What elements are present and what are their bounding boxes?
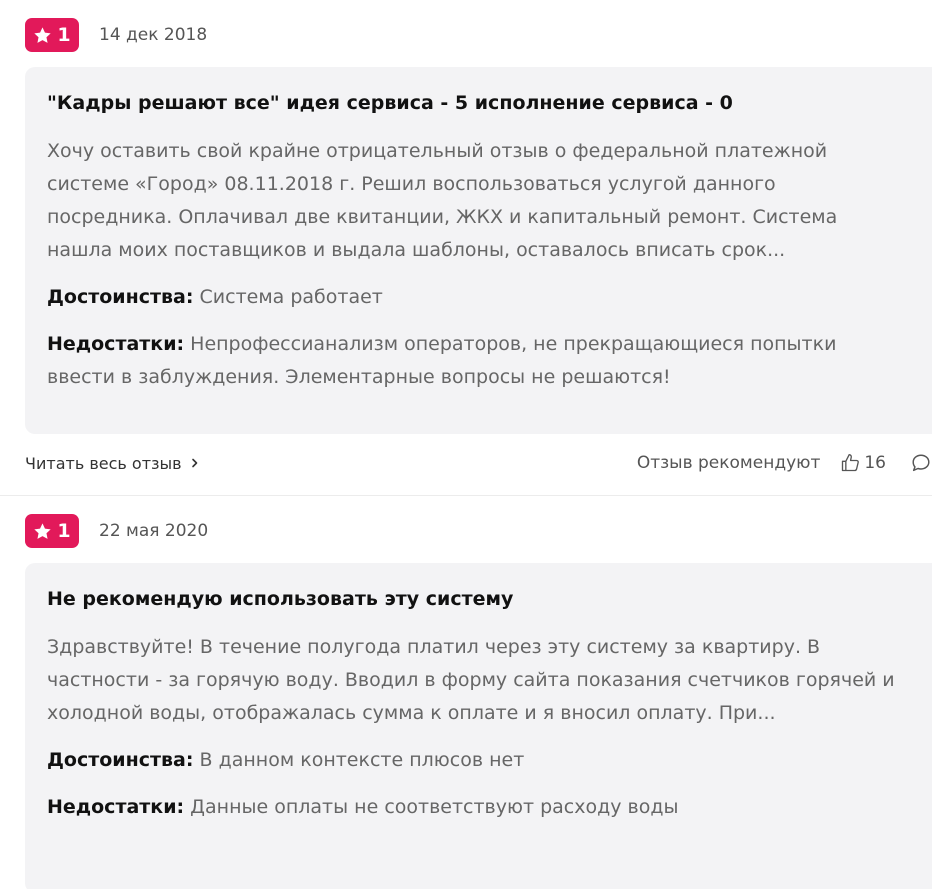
cons-label: Недостатки: (47, 333, 185, 355)
review-card[interactable]: Не рекомендую использовать эту систему З… (25, 563, 932, 889)
review-date: 22 мая 2020 (99, 521, 209, 541)
chevron-right-icon (191, 458, 197, 468)
rating-badge: 1 (25, 514, 79, 548)
review-divider (0, 495, 932, 496)
star-icon (34, 26, 52, 43)
review-body: Здравствуйте! В течение полугода платил … (47, 636, 895, 724)
review-card[interactable]: "Кадры решают все" идея сервиса - 5 испо… (25, 67, 932, 434)
comment-icon (912, 454, 930, 472)
pros-text: Система работает (199, 286, 383, 308)
rating-value: 1 (57, 24, 71, 46)
star-icon (34, 522, 52, 539)
like-count: 16 (864, 453, 886, 473)
review-title[interactable]: "Кадры решают все" идея сервиса - 5 испо… (47, 89, 910, 117)
thumbs-up-icon (842, 454, 860, 472)
read-more-link[interactable]: Читать весь отзыв (25, 454, 200, 473)
review-title[interactable]: Не рекомендую использовать эту систему (47, 585, 910, 613)
pros-text: В данном контексте плюсов нет (199, 749, 525, 771)
recommend-label: Отзыв рекомендуют (636, 453, 821, 473)
review-pros: Достоинства: В данном контексте плюсов н… (47, 744, 897, 777)
review-footer: Читать весь отзыв Отзыв рекомендуют 16 (25, 449, 932, 477)
reviews-page: 1 14 дек 2018 "Кадры решают все" идея се… (0, 0, 932, 889)
pros-label: Достоинства: (47, 286, 194, 308)
rating-value: 1 (57, 520, 71, 542)
review-meta: 1 22 мая 2020 (25, 514, 208, 548)
comment-button[interactable] (910, 452, 932, 474)
like-button[interactable]: 16 (840, 453, 886, 473)
review-pros: Достоинства: Система работает (47, 281, 897, 314)
cons-label: Недостатки: (47, 796, 185, 818)
review-meta: 1 14 дек 2018 (25, 18, 207, 52)
read-more-label: Читать весь отзыв (25, 453, 182, 473)
pros-label: Достоинства: (47, 749, 194, 771)
review-date: 14 дек 2018 (99, 25, 208, 45)
review-body: Хочу оставить свой крайне отрицательный … (47, 140, 838, 261)
review-cons: Недостатки: Данные оплаты не соответству… (47, 791, 897, 824)
rating-badge: 1 (25, 18, 79, 52)
review-cons: Недостатки: Непрофессианализм операторов… (47, 328, 897, 394)
cons-text: Данные оплаты не соответствуют расходу в… (190, 796, 679, 818)
review-actions: Отзыв рекомендуют 16 (637, 452, 932, 474)
